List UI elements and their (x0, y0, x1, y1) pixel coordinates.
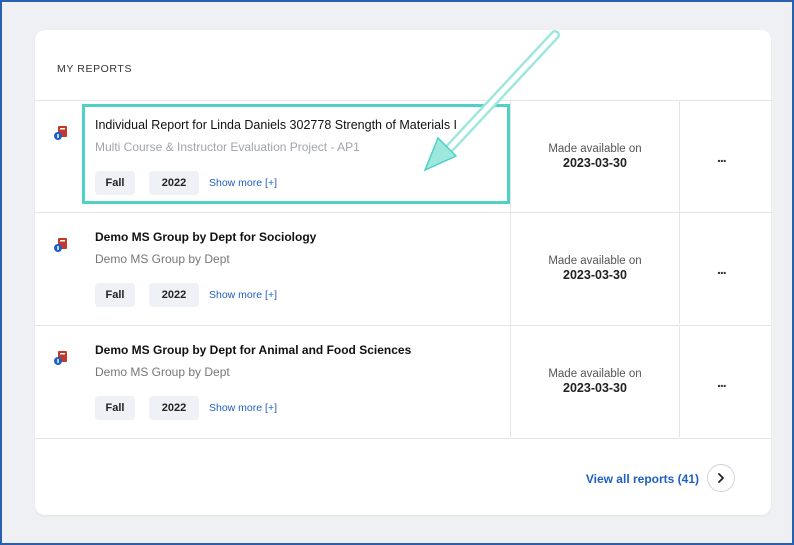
chevron-right-icon (718, 473, 724, 483)
report-title[interactable]: Individual Report for Linda Daniels 3027… (95, 118, 505, 132)
availability: Made available on 2023-03-30 (511, 368, 679, 395)
report-icon (54, 351, 67, 365)
more-options-button[interactable]: ... (717, 374, 727, 390)
availability: Made available on 2023-03-30 (511, 255, 679, 282)
report-title[interactable]: Demo MS Group by Dept for Sociology (95, 230, 505, 244)
card-title: MY REPORTS (57, 63, 133, 75)
show-more-link[interactable]: Show more [+] (209, 177, 277, 189)
report-icon (54, 238, 67, 252)
available-date: 2023-03-30 (563, 381, 627, 395)
available-label: Made available on (548, 368, 642, 380)
more-options-button[interactable]: ... (717, 261, 727, 277)
report-row[interactable]: Demo MS Group by Dept for Animal and Foo… (35, 325, 771, 437)
report-subtitle: Demo MS Group by Dept (95, 252, 230, 266)
term-chip: Fall (95, 396, 135, 420)
column-divider (679, 213, 680, 324)
column-divider (679, 101, 680, 212)
more-options-button[interactable]: ... (717, 149, 727, 165)
availability: Made available on 2023-03-30 (511, 143, 679, 170)
term-chip: Fall (95, 283, 135, 307)
year-chip: 2022 (149, 171, 199, 195)
show-more-link[interactable]: Show more [+] (209, 289, 277, 301)
report-subtitle: Demo MS Group by Dept (95, 365, 230, 379)
term-chip: Fall (95, 171, 135, 195)
column-divider (679, 326, 680, 437)
my-reports-card: MY REPORTS Individual Report for Linda D… (35, 30, 771, 515)
report-subtitle: Multi Course & Instructor Evaluation Pro… (95, 140, 360, 154)
report-icon (54, 126, 67, 140)
card-footer: View all reports (41) (35, 438, 771, 515)
year-chip: 2022 (149, 283, 199, 307)
report-row[interactable]: Demo MS Group by Dept for Sociology Demo… (35, 212, 771, 324)
show-more-link[interactable]: Show more [+] (209, 402, 277, 414)
available-date: 2023-03-30 (563, 268, 627, 282)
available-date: 2023-03-30 (563, 156, 627, 170)
available-label: Made available on (548, 255, 642, 267)
report-title[interactable]: Demo MS Group by Dept for Animal and Foo… (95, 343, 505, 357)
view-all-reports-link[interactable]: View all reports (41) (586, 472, 699, 486)
year-chip: 2022 (149, 396, 199, 420)
available-label: Made available on (548, 143, 642, 155)
report-row[interactable]: Individual Report for Linda Daniels 3027… (35, 100, 771, 212)
next-button[interactable] (707, 464, 735, 492)
